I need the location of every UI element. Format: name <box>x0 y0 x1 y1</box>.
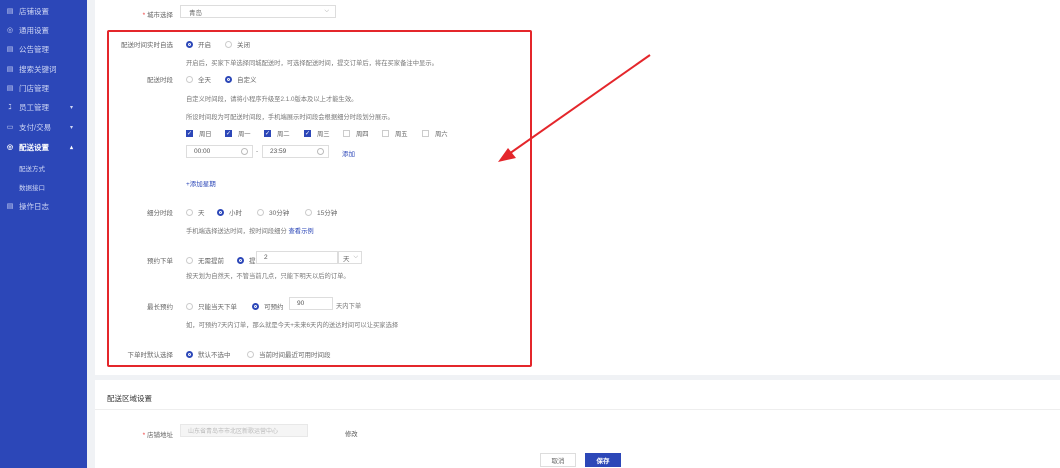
chevron-up-icon: ▴ <box>69 144 73 151</box>
red-arrow-icon <box>498 54 651 162</box>
sidebar-item-notice[interactable]: ▤ 公告管理 <box>0 40 87 58</box>
period-hint-1: 自定义时间段，请将小程序升级至2.1.0版本及以上才能生效。 <box>186 96 358 103</box>
sidebar-item-shop-settings[interactable]: ▤ 店铺设置 <box>0 2 87 20</box>
shop-icon: ▤ <box>6 8 14 15</box>
notice-icon: ▤ <box>6 46 14 53</box>
save-button[interactable]: 保存 <box>585 453 621 467</box>
sidebar-item-stores[interactable]: ▤ 门店管理 <box>0 79 87 97</box>
realtime-off-radio[interactable]: 关闭 <box>225 39 250 49</box>
sidebar: ▤ 店铺设置 ◎ 通用设置 ▤ 公告管理 ▤ 搜索关键词 ▤ 门店管理 ℷ 员工… <box>0 0 87 468</box>
split-15min-radio[interactable]: 15分钟 <box>305 207 337 217</box>
sidebar-subitem-delivery-method[interactable]: 配送方式 <box>19 163 45 173</box>
sidebar-item-delivery[interactable]: ◎ 配送设置 ▴ <box>0 138 87 156</box>
reserve-days-input[interactable]: 2 <box>256 251 338 264</box>
longest-suffix: 天内下单 <box>336 303 362 310</box>
reserve-unit-select[interactable]: 天 ⌵ <box>338 251 362 264</box>
sidebar-item-operation-log[interactable]: ▤ 操作日志 <box>0 197 87 215</box>
settings-icon: ◎ <box>6 27 14 34</box>
realtime-on-radio[interactable]: 开启 <box>186 39 211 49</box>
split-hour-radio[interactable]: 小时 <box>217 207 242 217</box>
city-select[interactable]: 青岛 ⌵ <box>180 5 336 18</box>
add-time-link[interactable]: 添加 <box>342 148 355 158</box>
chevron-down-icon: ▾ <box>69 124 73 131</box>
day-checkbox-thu[interactable]: 周四 <box>343 129 369 138</box>
split-label: 细分时段 <box>147 210 173 217</box>
sidebar-item-general-settings[interactable]: ◎ 通用设置 <box>0 21 87 39</box>
sidebar-item-label: 门店管理 <box>19 83 49 93</box>
period-label: 配送时段 <box>147 77 173 84</box>
longest-label: 最长预约 <box>147 304 173 311</box>
address-label: 店铺地址 <box>93 429 173 439</box>
chevron-down-icon: ⌵ <box>353 254 358 260</box>
sidebar-item-label: 通用设置 <box>19 25 49 35</box>
period-hint-2: 所设时间段为可配送时间段，手机端展示时间段会根据细分时段划分展示。 <box>186 114 394 121</box>
staff-icon: ℷ <box>8 104 12 111</box>
sidebar-item-label: 公告管理 <box>19 44 49 54</box>
payment-icon: ▭ <box>6 124 14 131</box>
delivery-icon: ◎ <box>6 144 14 151</box>
day-checkbox-sat[interactable]: 周六 <box>422 129 448 138</box>
sidebar-item-label: 店铺设置 <box>19 6 49 16</box>
longest-today-radio[interactable]: 只能当天下单 <box>186 301 237 311</box>
search-icon: ▤ <box>6 66 14 73</box>
longest-days-input[interactable]: 90 <box>289 297 333 310</box>
time-end-input[interactable]: 23:59 <box>262 145 329 158</box>
sidebar-subitem-data-interface[interactable]: 数据接口 <box>19 182 45 192</box>
realtime-hint: 开启后，买家下单选择同城配送时，可选择配送时间，提交订单后，将在买家备注中显示。 <box>186 60 438 67</box>
split-hint: 手机端选择送达时间，按时间段细分 查看示例 <box>186 228 314 235</box>
day-checkbox-sun[interactable]: ✓ 周日 <box>186 129 212 138</box>
area-section-title: 配送区域设置 <box>107 394 152 403</box>
split-day-radio[interactable]: 天 <box>186 207 205 217</box>
reserve-label: 预约下单 <box>147 258 173 265</box>
longest-hint: 如，可预约7天内订单，那么就是今天+未来6天内的送达时间可以让买家选择 <box>186 322 399 329</box>
log-icon: ▤ <box>6 203 14 210</box>
sidebar-item-search-keywords[interactable]: ▤ 搜索关键词 <box>0 60 87 78</box>
area-divider <box>95 409 1060 410</box>
clock-icon <box>241 148 248 155</box>
chevron-down-icon: ▾ <box>69 104 73 111</box>
reserve-none-radio[interactable]: 无需提前 <box>186 255 224 265</box>
day-checkbox-fri[interactable]: 周五 <box>382 129 408 138</box>
city-label: 城市选择 <box>93 9 173 19</box>
cancel-button[interactable]: 取消 <box>540 453 576 467</box>
edit-address-link[interactable]: 修改 <box>345 429 358 438</box>
default-nearest-radio[interactable]: 当前时间最近可用时间段 <box>247 349 331 359</box>
default-label: 下单时默认选择 <box>127 352 174 359</box>
time-range-separator: - <box>256 148 259 155</box>
store-icon: ▤ <box>6 85 14 92</box>
clock-icon <box>317 148 324 155</box>
time-start-input[interactable]: 00:00 <box>186 145 253 158</box>
city-select-value: 青岛 <box>189 9 202 17</box>
chevron-down-icon: ⌵ <box>324 8 329 14</box>
sidebar-item-label: 搜索关键词 <box>19 64 57 74</box>
day-checkbox-wed[interactable]: ✓ 周三 <box>304 129 330 138</box>
add-week-link[interactable]: +添加星期 <box>186 178 216 188</box>
sidebar-item-staff[interactable]: ℷ 员工管理 ▾ <box>0 98 87 116</box>
realtime-label: 配送时间实时自选 <box>121 42 173 49</box>
sidebar-item-payment[interactable]: ▭ 支付/交易 ▾ <box>0 118 87 136</box>
split-30min-radio[interactable]: 30分钟 <box>257 207 289 217</box>
sidebar-item-label: 配送设置 <box>19 142 49 152</box>
day-checkbox-tue[interactable]: ✓ 周二 <box>264 129 290 138</box>
sidebar-item-label: 操作日志 <box>19 201 49 211</box>
longest-reserve-radio[interactable]: 可预约 <box>252 301 284 311</box>
day-checkbox-mon[interactable]: ✓ 周一 <box>225 129 251 138</box>
address-input[interactable]: 山东省青岛市市北区新歌运营中心 <box>180 424 308 437</box>
period-custom-radio[interactable]: 自定义 <box>225 74 257 84</box>
sidebar-item-label: 支付/交易 <box>19 122 52 132</box>
default-none-radio[interactable]: 默认不选中 <box>186 349 231 359</box>
reserve-hint: 按天划为自然天，不管当前几点，只能下明天以后的订单。 <box>186 273 350 280</box>
view-example-link[interactable]: 查看示例 <box>289 228 314 235</box>
sidebar-item-label: 员工管理 <box>19 102 49 112</box>
period-all-radio[interactable]: 全天 <box>186 74 211 84</box>
